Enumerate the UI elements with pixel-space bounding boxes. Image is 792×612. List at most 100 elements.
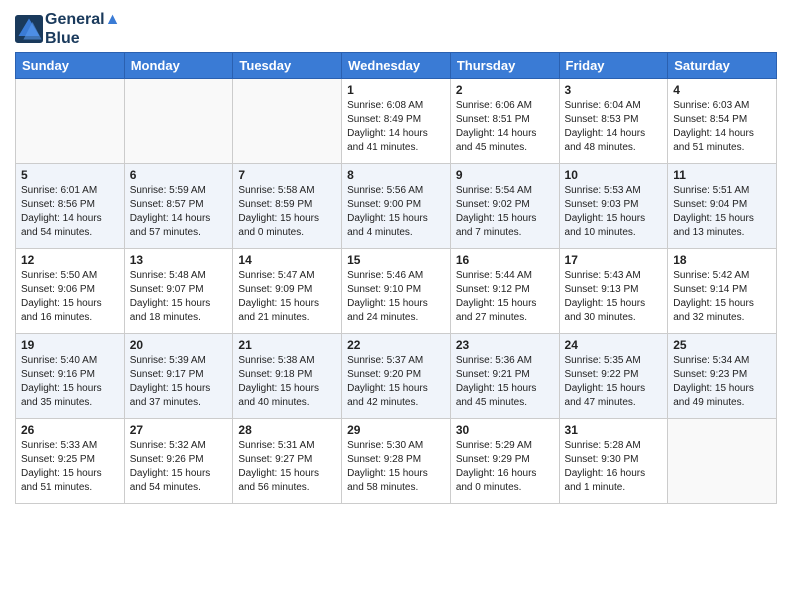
day-info: Sunrise: 5:53 AM Sunset: 9:03 PM Dayligh… xyxy=(565,184,663,240)
day-info: Sunrise: 5:32 AM Sunset: 9:26 PM Dayligh… xyxy=(130,439,228,495)
calendar-week-row: 1 Sunrise: 6:08 AM Sunset: 8:49 PM Daylig… xyxy=(16,79,777,164)
calendar-cell: 16 Sunrise: 5:44 AM Sunset: 9:12 PM Dayli… xyxy=(450,249,559,334)
calendar-header-row: SundayMondayTuesdayWednesdayThursdayFrid… xyxy=(16,53,777,79)
day-info: Sunrise: 5:50 AM Sunset: 9:06 PM Dayligh… xyxy=(21,269,119,325)
day-info: Sunrise: 6:08 AM Sunset: 8:49 PM Dayligh… xyxy=(347,99,445,155)
day-number: 20 xyxy=(130,338,228,352)
day-number: 10 xyxy=(565,168,663,182)
day-info: Sunrise: 5:51 AM Sunset: 9:04 PM Dayligh… xyxy=(673,184,771,240)
logo-icon xyxy=(15,15,43,43)
day-info: Sunrise: 5:30 AM Sunset: 9:28 PM Dayligh… xyxy=(347,439,445,495)
day-info: Sunrise: 5:34 AM Sunset: 9:23 PM Dayligh… xyxy=(673,354,771,410)
day-info: Sunrise: 5:33 AM Sunset: 9:25 PM Dayligh… xyxy=(21,439,119,495)
header: General▲ Blue xyxy=(15,10,777,48)
day-number: 1 xyxy=(347,83,445,97)
day-info: Sunrise: 5:43 AM Sunset: 9:13 PM Dayligh… xyxy=(565,269,663,325)
day-number: 27 xyxy=(130,423,228,437)
day-number: 28 xyxy=(238,423,336,437)
calendar-cell xyxy=(124,79,233,164)
logo-text: General▲ Blue xyxy=(45,10,120,48)
day-info: Sunrise: 6:03 AM Sunset: 8:54 PM Dayligh… xyxy=(673,99,771,155)
day-info: Sunrise: 5:44 AM Sunset: 9:12 PM Dayligh… xyxy=(456,269,554,325)
header-cell-monday: Monday xyxy=(124,53,233,79)
day-info: Sunrise: 6:06 AM Sunset: 8:51 PM Dayligh… xyxy=(456,99,554,155)
day-info: Sunrise: 6:04 AM Sunset: 8:53 PM Dayligh… xyxy=(565,99,663,155)
calendar-table: SundayMondayTuesdayWednesdayThursdayFrid… xyxy=(15,52,777,504)
day-info: Sunrise: 5:42 AM Sunset: 9:14 PM Dayligh… xyxy=(673,269,771,325)
day-number: 25 xyxy=(673,338,771,352)
calendar-cell: 6Sunrise: 5:59 AM Sunset: 8:57 PM Daylig… xyxy=(124,164,233,249)
calendar-cell: 10 Sunrise: 5:53 AM Sunset: 9:03 PM Dayli… xyxy=(559,164,668,249)
calendar-cell xyxy=(668,419,777,504)
day-number: 16 xyxy=(456,253,554,267)
calendar-week-row: 19Sunrise: 5:40 AM Sunset: 9:16 PM Dayli… xyxy=(16,334,777,419)
calendar-cell: 12 Sunrise: 5:50 AM Sunset: 9:06 PM Dayli… xyxy=(16,249,125,334)
day-number: 7 xyxy=(238,168,336,182)
day-number: 30 xyxy=(456,423,554,437)
header-cell-sunday: Sunday xyxy=(16,53,125,79)
calendar-cell: 22 Sunrise: 5:37 AM Sunset: 9:20 PM Dayli… xyxy=(342,334,451,419)
day-number: 18 xyxy=(673,253,771,267)
calendar-cell xyxy=(16,79,125,164)
day-info: Sunrise: 5:40 AM Sunset: 9:16 PM Dayligh… xyxy=(21,354,119,410)
day-info: Sunrise: 5:38 AM Sunset: 9:18 PM Dayligh… xyxy=(238,354,336,410)
calendar-container: General▲ Blue SundayMondayTuesdayWednesd… xyxy=(0,0,792,519)
day-number: 8 xyxy=(347,168,445,182)
calendar-cell: 30 Sunrise: 5:29 AM Sunset: 9:29 PM Dayli… xyxy=(450,419,559,504)
calendar-cell: 27 Sunrise: 5:32 AM Sunset: 9:26 PM Dayli… xyxy=(124,419,233,504)
calendar-cell: 5 Sunrise: 6:01 AM Sunset: 8:56 PM Daylig… xyxy=(16,164,125,249)
calendar-cell: 13Sunrise: 5:48 AM Sunset: 9:07 PM Dayli… xyxy=(124,249,233,334)
day-number: 15 xyxy=(347,253,445,267)
day-info: Sunrise: 5:54 AM Sunset: 9:02 PM Dayligh… xyxy=(456,184,554,240)
calendar-cell: 25 Sunrise: 5:34 AM Sunset: 9:23 PM Dayli… xyxy=(668,334,777,419)
day-info: Sunrise: 5:29 AM Sunset: 9:29 PM Dayligh… xyxy=(456,439,554,495)
day-number: 2 xyxy=(456,83,554,97)
header-cell-thursday: Thursday xyxy=(450,53,559,79)
day-info: Sunrise: 6:01 AM Sunset: 8:56 PM Dayligh… xyxy=(21,184,119,240)
day-info: Sunrise: 5:56 AM Sunset: 9:00 PM Dayligh… xyxy=(347,184,445,240)
calendar-cell: 26 Sunrise: 5:33 AM Sunset: 9:25 PM Dayli… xyxy=(16,419,125,504)
calendar-cell: 4 Sunrise: 6:03 AM Sunset: 8:54 PM Daylig… xyxy=(668,79,777,164)
day-number: 11 xyxy=(673,168,771,182)
day-number: 21 xyxy=(238,338,336,352)
logo: General▲ Blue xyxy=(15,10,120,48)
day-info: Sunrise: 5:37 AM Sunset: 9:20 PM Dayligh… xyxy=(347,354,445,410)
day-number: 22 xyxy=(347,338,445,352)
calendar-cell: 9 Sunrise: 5:54 AM Sunset: 9:02 PM Daylig… xyxy=(450,164,559,249)
calendar-cell: 2 Sunrise: 6:06 AM Sunset: 8:51 PM Daylig… xyxy=(450,79,559,164)
calendar-cell: 24 Sunrise: 5:35 AM Sunset: 9:22 PM Dayli… xyxy=(559,334,668,419)
calendar-cell: 7 Sunrise: 5:58 AM Sunset: 8:59 PM Daylig… xyxy=(233,164,342,249)
day-info: Sunrise: 5:31 AM Sunset: 9:27 PM Dayligh… xyxy=(238,439,336,495)
day-number: 31 xyxy=(565,423,663,437)
day-number: 5 xyxy=(21,168,119,182)
day-number: 12 xyxy=(21,253,119,267)
calendar-week-row: 5 Sunrise: 6:01 AM Sunset: 8:56 PM Daylig… xyxy=(16,164,777,249)
day-number: 14 xyxy=(238,253,336,267)
day-number: 9 xyxy=(456,168,554,182)
day-info: Sunrise: 5:58 AM Sunset: 8:59 PM Dayligh… xyxy=(238,184,336,240)
day-info: Sunrise: 5:28 AM Sunset: 9:30 PM Dayligh… xyxy=(565,439,663,495)
calendar-cell: 17 Sunrise: 5:43 AM Sunset: 9:13 PM Dayli… xyxy=(559,249,668,334)
day-number: 3 xyxy=(565,83,663,97)
header-cell-wednesday: Wednesday xyxy=(342,53,451,79)
calendar-cell: 11 Sunrise: 5:51 AM Sunset: 9:04 PM Dayli… xyxy=(668,164,777,249)
calendar-cell: 29 Sunrise: 5:30 AM Sunset: 9:28 PM Dayli… xyxy=(342,419,451,504)
day-number: 4 xyxy=(673,83,771,97)
day-number: 26 xyxy=(21,423,119,437)
day-number: 24 xyxy=(565,338,663,352)
calendar-week-row: 26 Sunrise: 5:33 AM Sunset: 9:25 PM Dayli… xyxy=(16,419,777,504)
day-number: 6 xyxy=(130,168,228,182)
calendar-cell: 20 Sunrise: 5:39 AM Sunset: 9:17 PM Dayli… xyxy=(124,334,233,419)
day-number: 29 xyxy=(347,423,445,437)
calendar-cell xyxy=(233,79,342,164)
day-info: Sunrise: 5:39 AM Sunset: 9:17 PM Dayligh… xyxy=(130,354,228,410)
calendar-cell: 28 Sunrise: 5:31 AM Sunset: 9:27 PM Dayli… xyxy=(233,419,342,504)
calendar-cell: 8 Sunrise: 5:56 AM Sunset: 9:00 PM Daylig… xyxy=(342,164,451,249)
calendar-cell: 15Sunrise: 5:46 AM Sunset: 9:10 PM Dayli… xyxy=(342,249,451,334)
calendar-cell: 21 Sunrise: 5:38 AM Sunset: 9:18 PM Dayli… xyxy=(233,334,342,419)
day-info: Sunrise: 5:48 AM Sunset: 9:07 PM Dayligh… xyxy=(130,269,228,325)
day-info: Sunrise: 5:35 AM Sunset: 9:22 PM Dayligh… xyxy=(565,354,663,410)
day-number: 17 xyxy=(565,253,663,267)
day-number: 23 xyxy=(456,338,554,352)
day-info: Sunrise: 5:47 AM Sunset: 9:09 PM Dayligh… xyxy=(238,269,336,325)
